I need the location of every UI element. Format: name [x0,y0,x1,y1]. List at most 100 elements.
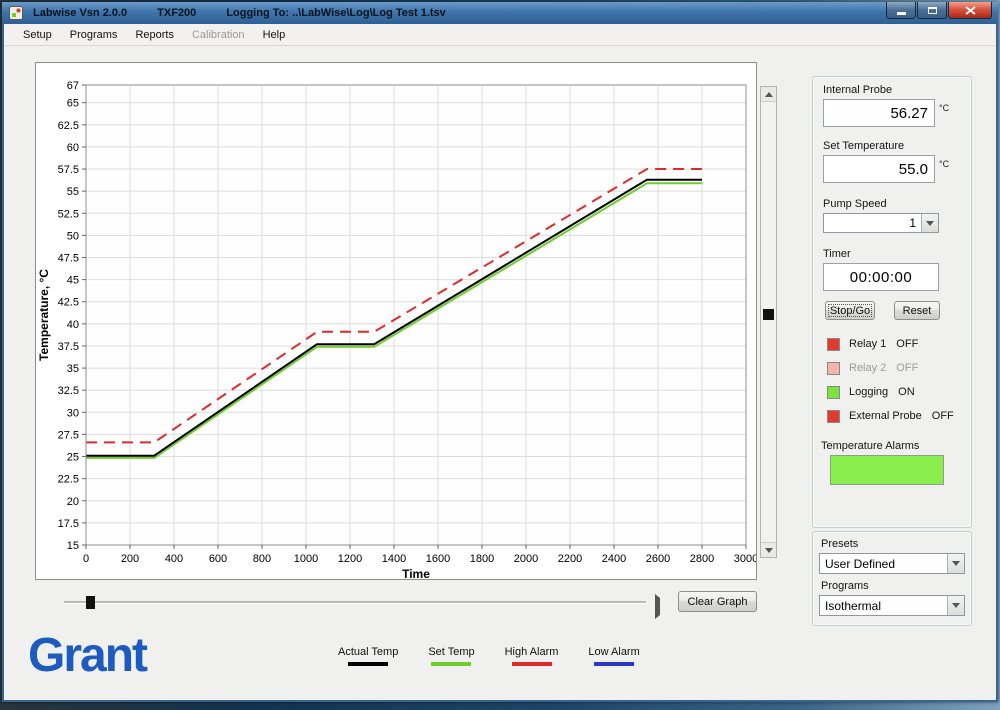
svg-text:1000: 1000 [294,553,318,565]
legend-label: Set Temp [428,646,474,658]
relay1-status: OFF [896,338,918,350]
svg-text:17.5: 17.5 [58,518,79,530]
y-axis-title: Temperature, °C [37,269,51,361]
legend-high-alarm: High Alarm [505,646,559,666]
external-probe-status: OFF [932,410,954,422]
svg-text:45: 45 [67,275,79,287]
external-probe-label: External Probe [849,410,922,422]
maximize-button[interactable] [917,2,947,19]
chevron-down-icon [926,221,934,226]
svg-text:1800: 1800 [470,553,494,565]
svg-text:50: 50 [67,230,79,242]
internal-probe-label: Internal Probe [823,84,892,96]
menu-bar: Setup Programs Reports Calibration Help [4,24,996,46]
relay2-led-icon [827,362,840,375]
svg-text:800: 800 [253,553,271,565]
svg-text:200: 200 [121,553,139,565]
svg-text:40: 40 [67,319,79,331]
arrow-down-icon [765,548,773,553]
relay1-label: Relay 1 [849,338,886,350]
pump-speed-dropdown-button[interactable] [921,214,938,232]
scroll-up-button[interactable] [761,87,776,102]
slider-thumb[interactable] [86,596,95,609]
minimize-button[interactable] [886,2,916,19]
temperature-alarms-box [830,455,944,485]
programs-select[interactable]: Isothermal [819,595,965,616]
legend-swatch [348,662,388,666]
presets-label: Presets [821,538,858,550]
svg-text:62.5: 62.5 [58,120,79,132]
legend-low-alarm: Low Alarm [588,646,639,666]
clear-graph-button[interactable]: Clear Graph [678,591,757,612]
temperature-alarms-label: Temperature Alarms [821,440,919,452]
internal-probe-value: 56.27 [823,99,935,127]
svg-text:15: 15 [67,540,79,552]
reset-button[interactable]: Reset [894,301,940,320]
external-probe-led-icon [827,410,840,423]
relay1-led-icon [827,338,840,351]
relay2-status: OFF [896,362,918,374]
pump-speed-value: 1 [824,214,921,232]
stop-go-button[interactable]: Stop/Go [825,301,875,320]
relay2-label: Relay 2 [849,362,886,374]
vertical-scrollbar-thumb[interactable] [763,309,774,320]
menu-programs[interactable]: Programs [61,26,127,44]
legend-label: Low Alarm [588,646,639,658]
pump-speed-select[interactable]: 1 [823,213,939,233]
controls-groupbox: Internal Probe 56.27 °C Set Temperature … [812,76,972,528]
internal-probe-unit: °C [939,103,949,113]
device-model-title: TXF200 [157,7,196,19]
set-temperature-input[interactable]: 55.0 [823,155,935,183]
menu-calibration: Calibration [183,26,254,44]
maximize-icon [928,7,937,14]
app-window: Labwise Vsn 2.0.0 TXF200 Logging To: ..\… [2,2,998,702]
programs-dropdown-button[interactable] [947,596,964,615]
svg-text:1400: 1400 [382,553,406,565]
slider-track [64,601,646,604]
svg-text:60: 60 [67,142,79,154]
title-bar[interactable]: Labwise Vsn 2.0.0 TXF200 Logging To: ..\… [2,2,998,24]
menu-help[interactable]: Help [254,26,295,44]
scroll-down-button[interactable] [761,542,776,557]
app-icon [9,6,23,20]
timer-value: 00:00:00 [823,263,939,291]
svg-text:400: 400 [165,553,183,565]
set-temperature-unit: °C [939,159,949,169]
close-icon [965,6,976,15]
time-axis-slider[interactable] [64,594,662,610]
legend-swatch [594,662,634,666]
programs-label: Programs [821,580,869,592]
vertical-scrollbar[interactable] [760,86,777,558]
svg-text:27.5: 27.5 [58,429,79,441]
svg-text:2600: 2600 [646,553,670,565]
svg-text:47.5: 47.5 [58,253,79,265]
menu-reports[interactable]: Reports [126,26,183,44]
arrow-right-icon[interactable] [655,598,660,616]
menu-setup[interactable]: Setup [14,26,61,44]
presets-dropdown-button[interactable] [947,554,964,573]
minimize-icon [897,12,906,15]
svg-text:65: 65 [67,98,79,110]
svg-text:600: 600 [209,553,227,565]
svg-text:1200: 1200 [338,553,362,565]
svg-text:55: 55 [67,186,79,198]
timer-label: Timer [823,248,851,260]
close-button[interactable] [948,2,992,19]
svg-text:0: 0 [83,553,89,565]
presets-select[interactable]: User Defined [819,553,965,574]
grant-logo: Grant [28,628,146,683]
legend-swatch [431,662,471,666]
window-title: Labwise Vsn 2.0.0 [33,7,127,19]
svg-text:67: 67 [67,80,79,92]
external-probe-indicator: External Probe OFF [827,409,954,423]
svg-text:3000: 3000 [734,553,756,565]
presets-value: User Defined [820,554,947,573]
svg-text:2200: 2200 [558,553,582,565]
plot-area [86,85,746,545]
svg-text:52.5: 52.5 [58,208,79,220]
legend-label: High Alarm [505,646,559,658]
svg-text:35: 35 [67,363,79,375]
presets-groupbox: Presets User Defined Programs Isothermal [812,531,972,626]
svg-text:22.5: 22.5 [58,474,79,486]
svg-text:42.5: 42.5 [58,297,79,309]
